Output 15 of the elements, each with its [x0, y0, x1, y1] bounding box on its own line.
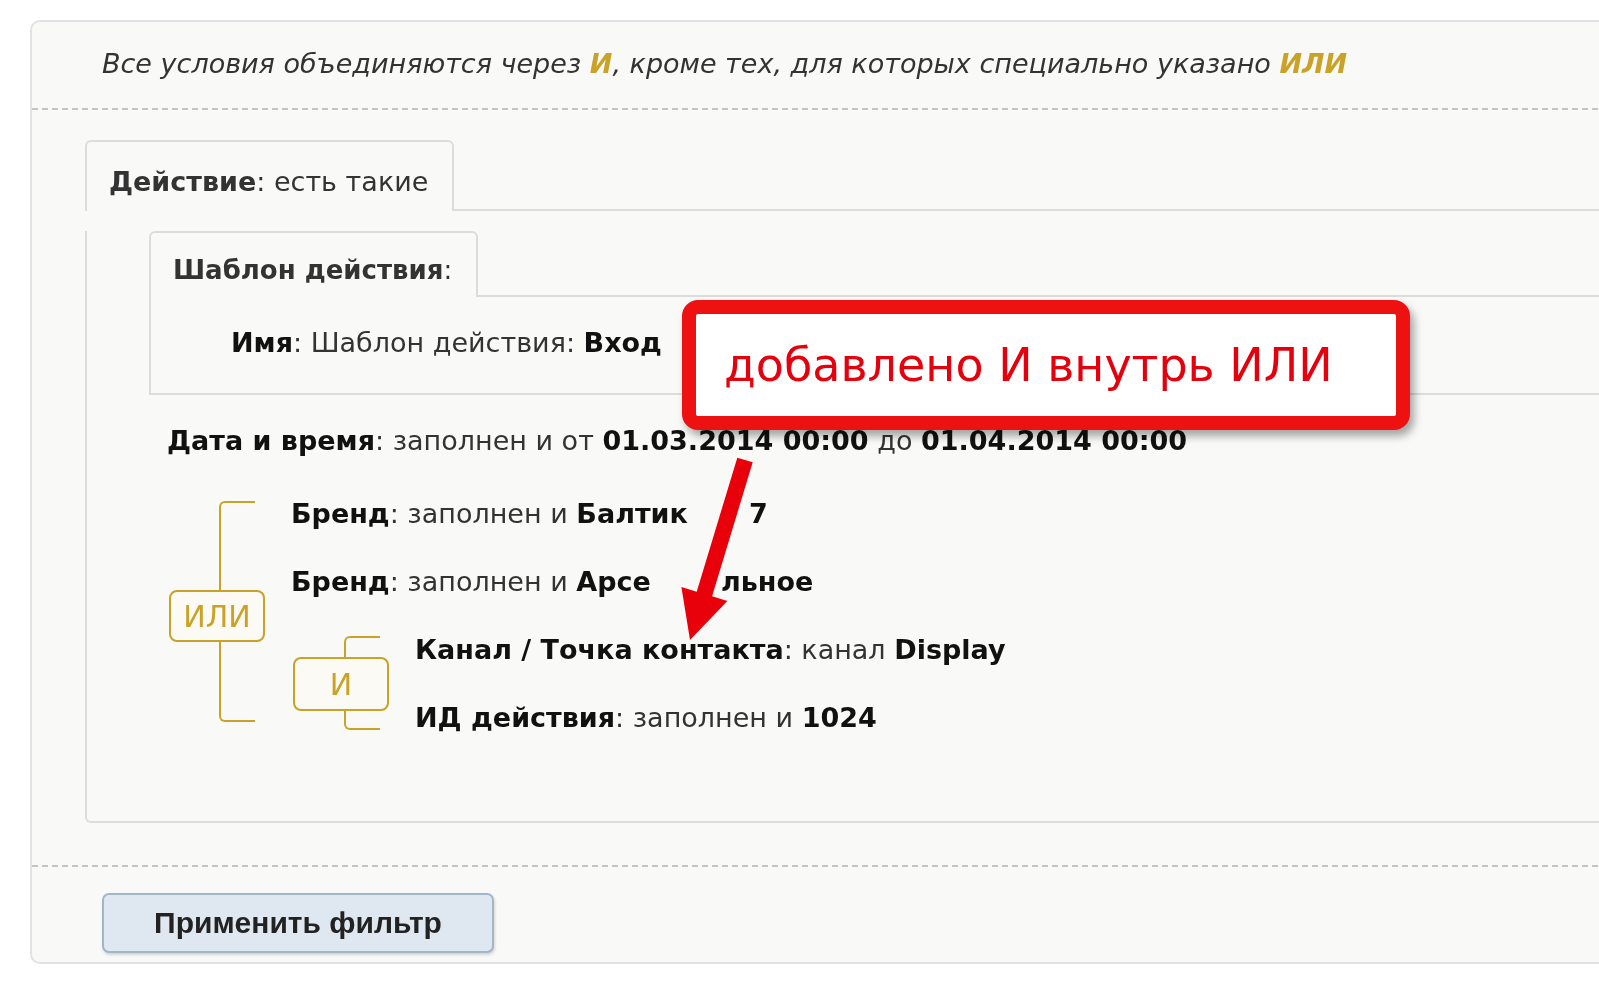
hint-text: Все условия объединяются через И, кроме тех, для которых специально указано ИЛИ: [101, 47, 1349, 81]
action-tab[interactable]: Действие: есть такие: [85, 140, 455, 211]
condition: Бренд: заполнен и Балтик: [291, 497, 689, 531]
operator-badge: И: [293, 657, 389, 711]
condition-tail: 7: [749, 497, 768, 531]
template-tab[interactable]: Шаблон действия:: [149, 231, 479, 297]
condition-tail: льное: [721, 565, 814, 599]
condition: ИД действия: заполнен и 1024: [415, 701, 878, 735]
callout-text: добавлено И внутрь ИЛИ: [724, 338, 1333, 392]
condition: Бренд: заполнен и Арсе: [291, 565, 652, 599]
name-condition: Имя: Шаблон действия: Вход: [230, 326, 663, 358]
apply-filter-button[interactable]: Применить фильтр: [102, 893, 494, 953]
condition: Канал / Точка контакта: канал Display: [415, 633, 1006, 667]
date-condition: Дата и время: заполнен и от 01.03.2014 00:00 до 01.04.2014 00:00: [167, 425, 1189, 456]
operator-badge: ИЛИ: [169, 590, 265, 642]
